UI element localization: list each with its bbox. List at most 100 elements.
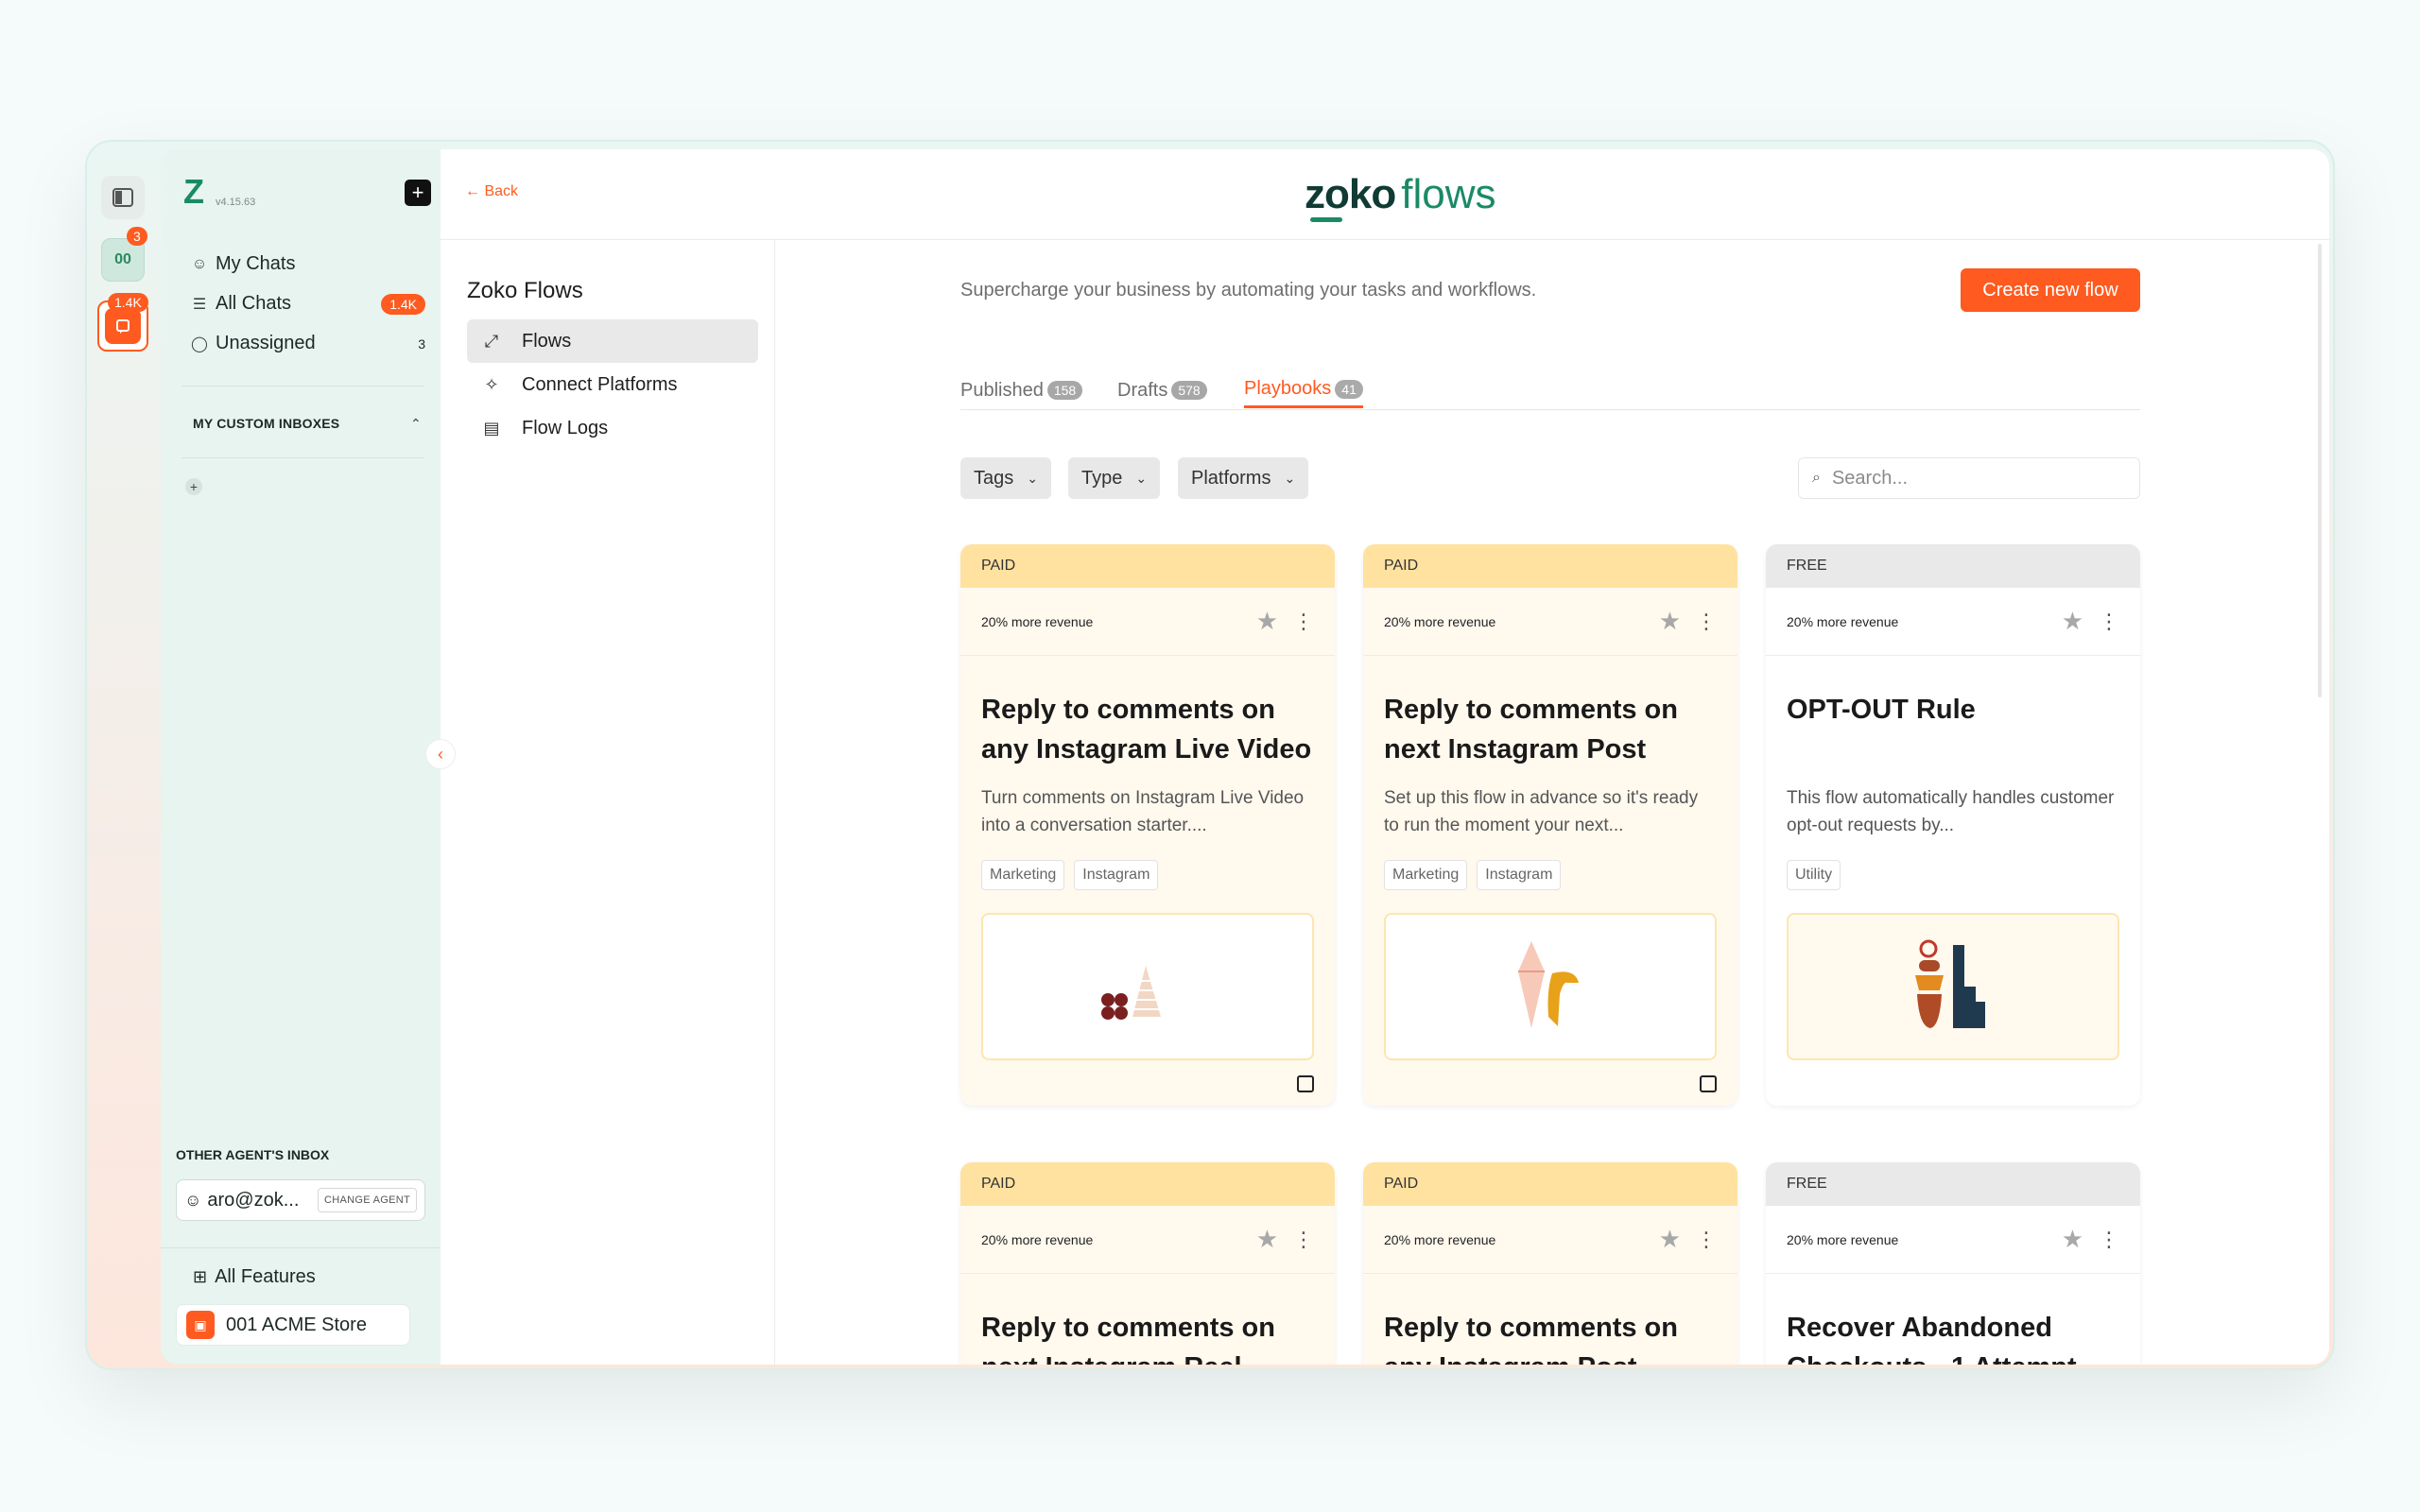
back-link[interactable]: ← Back [465,183,518,200]
zoko-logo-icon: Z [183,172,204,211]
filter-type[interactable]: Type ⌄ [1068,457,1161,499]
star-icon[interactable]: ★ [1256,1225,1278,1254]
filter-label: Type [1081,467,1123,489]
playbook-card[interactable]: FREE 20% more revenue ★ ⋮ OPT-OUT Rule T… [1766,544,2140,1106]
tag: Marketing [981,860,1065,890]
plan-band: PAID [960,544,1335,588]
tab-published[interactable]: Published 158 [960,372,1083,408]
card-title: Reply to comments on any Instagram Live … [981,695,1312,765]
sidebar-item-all-chats[interactable]: ☰ All Chats 1.4K [189,293,425,315]
store-icon [105,308,141,344]
card-tags: Marketing Instagram [960,849,1335,890]
filter-label: Tags [974,467,1014,489]
agent-avatar-icon: ☺ [184,1190,202,1210]
sidebar-item-my-chats[interactable]: ☺ My Chats [189,253,425,275]
card-illustration [1787,913,2119,1060]
star-icon[interactable]: ★ [1659,1225,1681,1254]
metric-label: 20% more revenue [981,613,1094,629]
sidebar-item-label: My Chats [216,253,296,274]
top-bar: ← Back zoko flows [441,149,2329,240]
star-icon[interactable]: ★ [2062,1225,2083,1254]
card-meta: 20% more revenue ★ ⋮ [1363,1206,1737,1274]
page-tagline: Supercharge your business by automating … [960,280,1537,301]
plan-band: FREE [1766,1162,2140,1206]
list-icon: ☰ [192,296,207,313]
store-icon: ▣ [186,1311,215,1339]
chevron-up-icon[interactable]: ⌃ [410,416,422,432]
card-meta: 20% more revenue ★ ⋮ [1766,588,2140,656]
playbook-card[interactable]: PAID 20% more revenue ★ ⋮ Reply to comme… [960,1162,1335,1365]
puzzle-icon: ✧ [484,374,499,394]
playbook-card[interactable]: PAID 20% more revenue ★ ⋮ Reply to comme… [1363,544,1737,1106]
plan-band: FREE [1766,544,2140,588]
tab-playbooks[interactable]: Playbooks 41 [1244,372,1363,408]
metric-label: 20% more revenue [1787,613,1899,629]
search-box[interactable]: ⌕ Search... [1798,457,2140,499]
all-chats-count: 1.4K [381,293,425,315]
more-options-icon[interactable]: ⋮ [1293,610,1314,634]
divider [182,386,424,387]
more-options-icon[interactable]: ⋮ [1293,1228,1314,1252]
subnav-item-connect-platforms[interactable]: ✧ Connect Platforms [467,363,758,406]
subnav-item-flows[interactable]: ⤢ Flows [467,319,758,363]
brand-underline [1310,217,1342,222]
tab-count: 158 [1046,381,1083,400]
subnav-label: Connect Platforms [522,373,678,395]
tag: Instagram [1477,860,1562,890]
plan-band: PAID [1363,1162,1737,1206]
divider [182,457,424,458]
create-new-flow-button[interactable]: Create new flow [1961,268,2140,312]
brand-flows: flows [1401,171,1496,217]
chevron-down-icon: ⌄ [1284,470,1296,486]
chat-workspace-label: 00 [114,251,131,267]
tab-label: Playbooks [1244,378,1332,399]
app-window: 00 3 1.4K Z v4.15.63 + ☺ My Chats ☰ All … [85,140,2335,1370]
chat-workspace-badge: 3 [127,227,147,246]
filter-label: Platforms [1191,467,1271,489]
sidebar-item-unassigned[interactable]: ◯ Unassigned 3 [189,333,425,354]
search-icon: ⌕ [1812,470,1821,486]
all-features-link[interactable]: ⊞ All Features [193,1266,316,1288]
change-agent-button[interactable]: CHANGE AGENT [317,1188,417,1212]
subnav-item-flow-logs[interactable]: ▤ Flow Logs [467,406,758,450]
star-icon[interactable]: ★ [1256,607,1278,636]
card-illustration [981,913,1314,1060]
card-tags: Utility [1766,849,2140,890]
more-options-icon[interactable]: ⋮ [2099,1228,2119,1252]
sidebar-item-label: All Chats [216,293,292,314]
app-version: v4.15.63 [216,197,256,208]
playbook-card[interactable]: PAID 20% more revenue ★ ⋮ Reply to comme… [960,544,1335,1106]
more-options-icon[interactable]: ⋮ [2099,610,2119,634]
chevron-left-icon: ‹ [438,744,443,764]
store-switcher[interactable]: ▣ 001 ACME Store [176,1304,410,1346]
star-icon[interactable]: ★ [1659,607,1681,636]
other-inbox-heading: OTHER AGENT'S INBOX [176,1147,330,1162]
plan-band: PAID [1363,544,1737,588]
metric-label: 20% more revenue [981,1231,1094,1247]
more-options-icon[interactable]: ⋮ [1696,610,1717,634]
clipboard-icon: ▤ [483,418,500,438]
playbook-card[interactable]: FREE 20% more revenue ★ ⋮ Recover Abando… [1766,1162,2140,1365]
scrollbar[interactable] [2318,244,2322,697]
tab-drafts[interactable]: Drafts 578 [1117,372,1207,408]
playbook-card[interactable]: PAID 20% more revenue ★ ⋮ Reply to comme… [1363,1162,1737,1365]
new-chat-button[interactable]: + [405,180,431,206]
flows-subnav: Zoko Flows ⤢ Flows ✧ Connect Platforms ▤… [441,240,775,1365]
back-label: Back [484,183,519,199]
card-title: OPT-OUT Rule [1787,695,1976,725]
filter-tags[interactable]: Tags ⌄ [960,457,1051,499]
star-icon[interactable]: ★ [2062,607,2083,636]
filter-platforms[interactable]: Platforms ⌄ [1178,457,1309,499]
main-panel: ← Back zoko flows Zoko Flows ⤢ Flows ✧ Co… [441,149,2329,1365]
unassigned-count: 3 [418,335,425,352]
card-title: Reply to comments on next Instagram Reel [981,1313,1275,1365]
collapse-sidebar-button[interactable]: ‹ [425,739,456,769]
add-inbox-icon[interactable]: + [185,478,202,495]
agent-selector[interactable]: ☺ aro@zok... CHANGE AGENT [176,1179,425,1221]
search-input[interactable]: Search... [1832,468,1908,490]
tab-count: 578 [1171,381,1207,400]
chat-bubble-icon: ◯ [191,335,208,352]
panel-toggle-icon[interactable] [101,176,145,219]
more-options-icon[interactable]: ⋮ [1696,1228,1717,1252]
flow-icon: ⤢ [484,331,499,351]
